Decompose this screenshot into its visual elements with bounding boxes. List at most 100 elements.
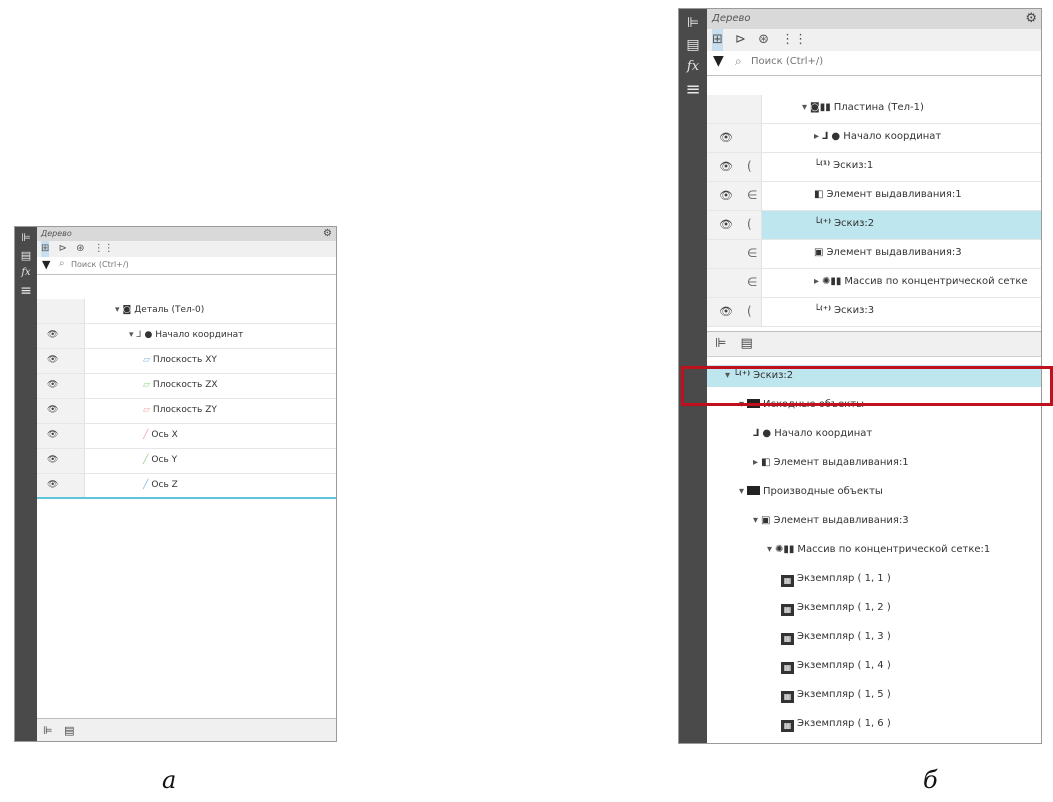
twisty-icon[interactable]: ▾ bbox=[115, 305, 120, 315]
tree-row[interactable]: ▾ ◙ Деталь (Тел-0) bbox=[37, 299, 336, 324]
tree-row[interactable]: 👁 ╱ Ось Z bbox=[37, 474, 336, 499]
filter-objects-icon[interactable]: ⊛ bbox=[76, 241, 84, 257]
relation-row[interactable]: ▾ ✺▮▮ Массив по концентрической сетке:1 bbox=[707, 539, 1041, 561]
item-icon: ╱ bbox=[143, 480, 149, 490]
menu-icon[interactable]: ≡ bbox=[679, 79, 707, 100]
tree-item[interactable]: ▱ Плоскость ZX bbox=[143, 380, 218, 390]
properties-tab-icon[interactable]: ▤ bbox=[15, 249, 37, 262]
tree-row[interactable]: ▾ ◙▮▮ Пластина (Тел-1) bbox=[707, 95, 1041, 124]
twisty-icon[interactable]: ▸ bbox=[753, 457, 758, 468]
funnel-icon[interactable]: ▼ bbox=[42, 258, 50, 271]
tree-tab-icon[interactable]: ⊫ bbox=[715, 332, 726, 356]
tree-item[interactable]: └⁽¹⁾ Эскиз:1 bbox=[814, 160, 873, 171]
eye-icon[interactable]: 👁 bbox=[719, 131, 733, 144]
tree-row[interactable]: 👁 ▱ Плоскость ZY bbox=[37, 399, 336, 424]
tree-row[interactable]: ∈ ▸ ✺▮▮ Массив по концентрической сетке bbox=[707, 269, 1041, 298]
tree-item[interactable]: └⁽⁺⁾ Эскиз:2 bbox=[814, 218, 874, 229]
tree-view-icon[interactable]: ⊞ bbox=[41, 241, 50, 257]
tree-row[interactable]: 👁 (└⁽⁺⁾ Эскиз:2 bbox=[707, 211, 1041, 240]
tree-row[interactable]: 👁 ▱ Плоскость XY bbox=[37, 349, 336, 374]
formula-icon[interactable]: fx bbox=[679, 59, 707, 74]
filter-objects-icon[interactable]: ⊛ bbox=[758, 29, 769, 51]
tree-item[interactable]: ◧ Элемент выдавливания:1 bbox=[814, 189, 962, 200]
expand-icon[interactable]: ⋮⋮ bbox=[781, 29, 807, 51]
menu-icon[interactable]: ≡ bbox=[15, 283, 37, 299]
search-input[interactable] bbox=[71, 260, 291, 269]
expand-icon[interactable]: ⋮⋮ bbox=[94, 241, 114, 257]
gear-icon[interactable]: ⚙ bbox=[323, 227, 332, 241]
relation-row[interactable]: ▦ Экземпляр ( 1, 5 ) bbox=[707, 684, 1041, 706]
eye-icon[interactable]: 👁 bbox=[719, 160, 733, 173]
relation-row[interactable]: ▾ Производные объекты bbox=[707, 481, 1041, 503]
twisty-icon[interactable]: ▾ bbox=[739, 486, 744, 497]
relation-row[interactable]: ▦ Экземпляр ( 1, 3 ) bbox=[707, 626, 1041, 648]
eye-icon[interactable]: 👁 bbox=[719, 305, 733, 318]
relation-row[interactable]: ▦ Экземпляр ( 1, 4 ) bbox=[707, 655, 1041, 677]
tree-item[interactable]: ▱ Плоскость XY bbox=[143, 355, 217, 365]
eye-icon[interactable]: 👁 bbox=[47, 480, 58, 490]
relation-row[interactable]: ▦ Экземпляр ( 1, 6 ) bbox=[707, 713, 1041, 735]
tree-tab-icon[interactable]: ⊫ bbox=[15, 231, 37, 244]
tree-item[interactable]: ▸ ✺▮▮ Массив по концентрической сетке bbox=[814, 276, 1028, 287]
tree-item[interactable]: ╱ Ось X bbox=[143, 430, 178, 440]
tree-item[interactable]: ▾ ◙▮▮ Пластина (Тел-1) bbox=[802, 102, 924, 113]
caption-a: а bbox=[162, 766, 177, 794]
tree-item[interactable]: ▱ Плоскость ZY bbox=[143, 405, 217, 415]
twisty-icon[interactable]: ▾ bbox=[753, 515, 758, 526]
tree-row[interactable]: ∈ ▣ Элемент выдавливания:3 bbox=[707, 240, 1041, 269]
formula-icon[interactable]: fx bbox=[15, 267, 37, 278]
tree-item[interactable]: ▸ ⅃ ● Начало координат bbox=[814, 131, 941, 142]
tree-tab-icon[interactable]: ⊫ bbox=[679, 15, 707, 31]
tree-item[interactable]: ▣ Элемент выдавливания:3 bbox=[814, 247, 962, 258]
tree-row[interactable]: 👁 (└⁽⁺⁾ Эскиз:3 bbox=[707, 298, 1041, 327]
relation-row[interactable]: ▸ ◧ Элемент выдавливания:1 bbox=[707, 452, 1041, 474]
instance-icon: ▦ bbox=[781, 662, 794, 674]
tree-tab-icon[interactable]: ⊫ bbox=[43, 719, 53, 741]
relation-row[interactable]: ▾ ▣ Элемент выдавливания:3 bbox=[707, 510, 1041, 532]
tree-row[interactable]: 👁 ╱ Ось Y bbox=[37, 449, 336, 474]
item-icon: ╱ bbox=[143, 455, 149, 465]
gear-icon[interactable]: ⚙ bbox=[1025, 9, 1037, 29]
tree-item[interactable]: ╱ Ось Z bbox=[143, 480, 178, 490]
twisty-icon[interactable]: ▸ bbox=[814, 131, 819, 142]
item-icon: ▱ bbox=[143, 405, 150, 415]
tree-row[interactable]: 👁 ▸ ⅃ ● Начало координат bbox=[707, 124, 1041, 153]
twisty-icon[interactable]: ▾ bbox=[802, 102, 807, 113]
relation-row[interactable]: ▦ Экземпляр ( 1, 1 ) bbox=[707, 568, 1041, 590]
twisty-icon[interactable]: ▾ bbox=[129, 330, 134, 340]
eye-icon[interactable]: 👁 bbox=[47, 455, 58, 465]
tree-row[interactable]: 👁 ▾ ⅃ ● Начало координат bbox=[37, 324, 336, 349]
row-gutter bbox=[37, 399, 85, 423]
row-gutter bbox=[37, 374, 85, 398]
properties-tab-icon[interactable]: ▤ bbox=[740, 332, 752, 356]
eye-icon[interactable]: 👁 bbox=[719, 189, 733, 202]
relation-row[interactable]: ▦ Экземпляр ( 1, 2 ) bbox=[707, 597, 1041, 619]
eye-icon[interactable]: 👁 bbox=[47, 355, 58, 365]
properties-tab-icon[interactable]: ▤ bbox=[679, 37, 707, 53]
funnel-icon[interactable]: ▼ bbox=[713, 53, 724, 69]
eye-icon[interactable]: 👁 bbox=[47, 430, 58, 440]
tree-item[interactable]: ▾ ◙ Деталь (Тел-0) bbox=[115, 305, 204, 315]
structure-view-icon[interactable]: ⊳ bbox=[735, 29, 746, 51]
eye-icon[interactable]: 👁 bbox=[47, 405, 58, 415]
twisty-icon[interactable]: ▸ bbox=[814, 276, 819, 287]
eye-icon[interactable]: 👁 bbox=[47, 330, 58, 340]
twisty-icon[interactable]: ▾ bbox=[767, 544, 772, 555]
structure-view-icon[interactable]: ⊳ bbox=[59, 241, 67, 257]
item-icon: ╱ bbox=[143, 430, 149, 440]
tree-row[interactable]: 👁 ∈ ◧ Элемент выдавливания:1 bbox=[707, 182, 1041, 211]
search-input[interactable] bbox=[751, 56, 1001, 67]
relation-row[interactable]: ⅃ ● Начало координат bbox=[707, 423, 1041, 445]
dependency-icon: ( bbox=[747, 159, 752, 173]
eye-icon[interactable]: 👁 bbox=[47, 380, 58, 390]
eye-icon[interactable]: 👁 bbox=[719, 218, 733, 231]
tree-view-icon[interactable]: ⊞ bbox=[712, 29, 723, 51]
properties-tab-icon[interactable]: ▤ bbox=[64, 719, 74, 741]
tree-item[interactable]: ╱ Ось Y bbox=[143, 455, 177, 465]
tree-row[interactable]: 👁 ( └⁽¹⁾ Эскиз:1 bbox=[707, 153, 1041, 182]
row-gutter bbox=[37, 474, 85, 498]
tree-item[interactable]: └⁽⁺⁾ Эскиз:3 bbox=[814, 305, 874, 316]
tree-row[interactable]: 👁 ▱ Плоскость ZX bbox=[37, 374, 336, 399]
tree-item[interactable]: ▾ ⅃ ● Начало координат bbox=[129, 330, 243, 340]
tree-row[interactable]: 👁 ╱ Ось X bbox=[37, 424, 336, 449]
